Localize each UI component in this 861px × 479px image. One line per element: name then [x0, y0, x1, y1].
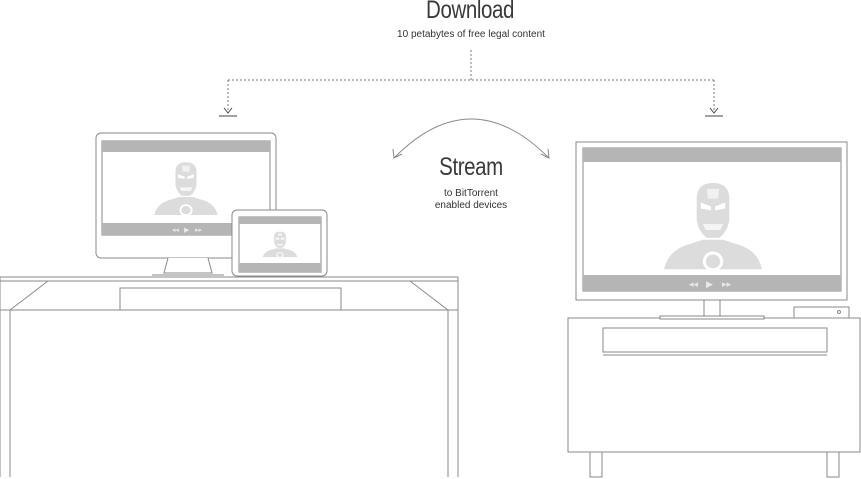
tv-player-controls: ◂◂ ▶ ▸▸ [689, 279, 732, 289]
rewind-icon: ◂◂ [689, 279, 699, 289]
play-icon: ▶ [706, 279, 713, 289]
curved-double-arrow-icon [392, 118, 550, 159]
device-scene: ◂◂ ▶ ▸▸ ◂◂ ▶ ▸▸ [0, 50, 861, 478]
forward-icon: ▸▸ [722, 279, 732, 289]
svg-text:◂◂: ◂◂ [172, 227, 180, 234]
svg-text:▶: ▶ [184, 227, 190, 234]
tv-stand [567, 306, 861, 478]
download-connector [227, 50, 715, 112]
desk [0, 276, 459, 477]
monitor-player-controls: ◂◂ ▶ ▸▸ [172, 227, 203, 234]
svg-text:▸▸: ▸▸ [195, 227, 203, 234]
